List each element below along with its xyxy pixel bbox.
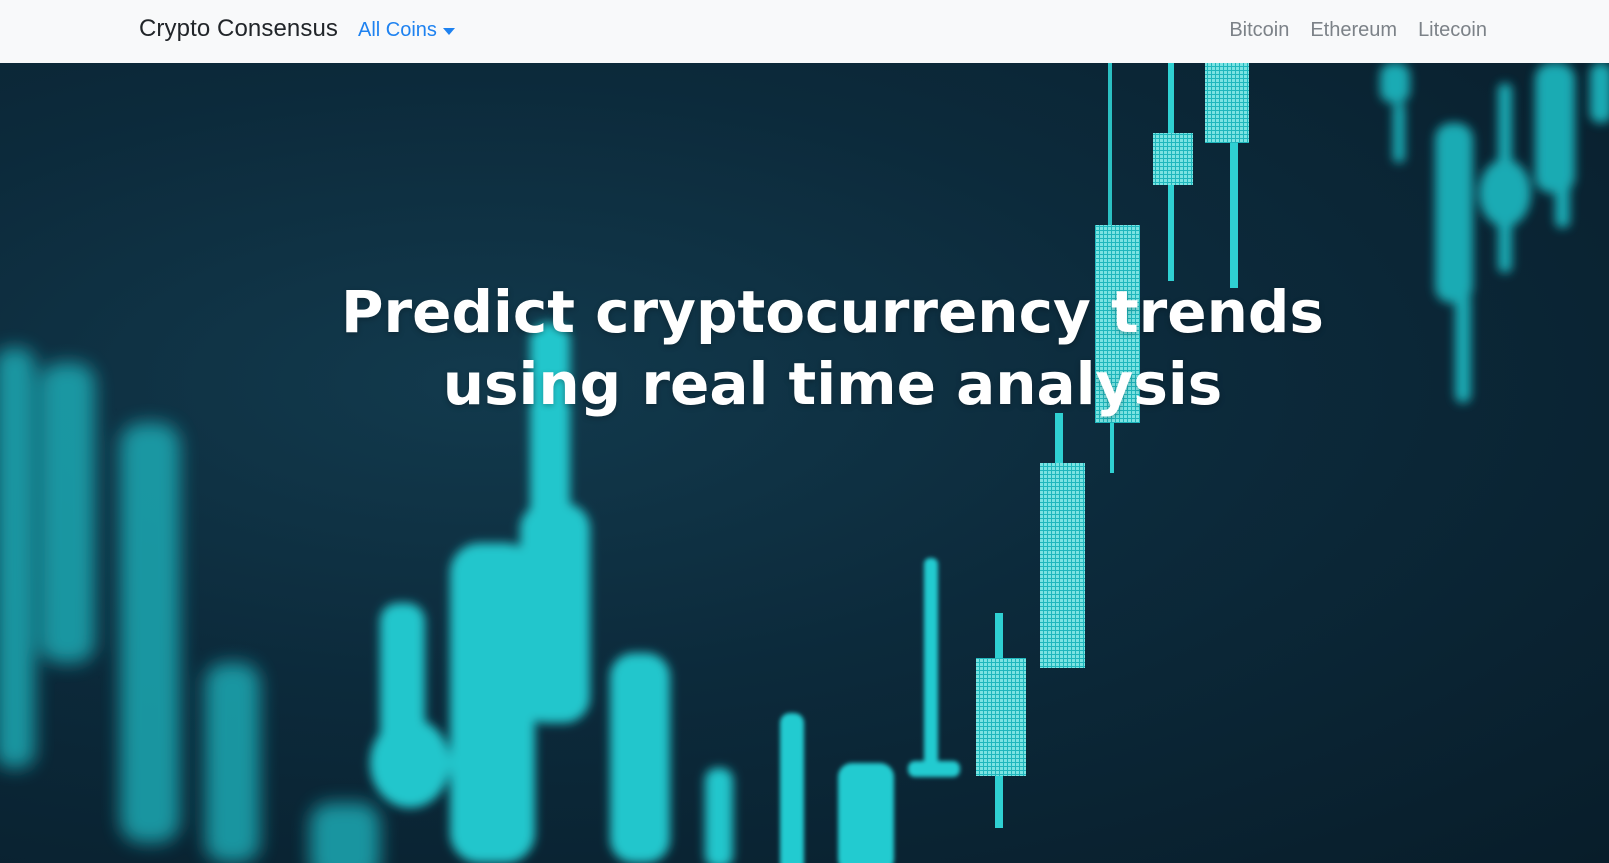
nav-link-bitcoin[interactable]: Bitcoin bbox=[1229, 19, 1289, 42]
candlestick-background-image bbox=[0, 63, 1609, 863]
nav-link-ethereum[interactable]: Ethereum bbox=[1310, 19, 1397, 42]
caret-down-icon bbox=[442, 28, 455, 35]
hero-section: Predict cryptocurrency trends using real… bbox=[0, 63, 1609, 863]
brand-link[interactable]: Crypto Consensus bbox=[139, 15, 338, 43]
nav-links: Bitcoin Ethereum Litecoin bbox=[1229, 19, 1487, 42]
all-coins-dropdown[interactable]: All Coins bbox=[358, 19, 455, 42]
all-coins-dropdown-label: All Coins bbox=[358, 19, 437, 41]
navbar: Crypto Consensus All Coins Bitcoin Ether… bbox=[0, 0, 1609, 63]
nav-link-litecoin[interactable]: Litecoin bbox=[1418, 19, 1487, 42]
hero-title: Predict cryptocurrency trends using real… bbox=[341, 278, 1324, 418]
